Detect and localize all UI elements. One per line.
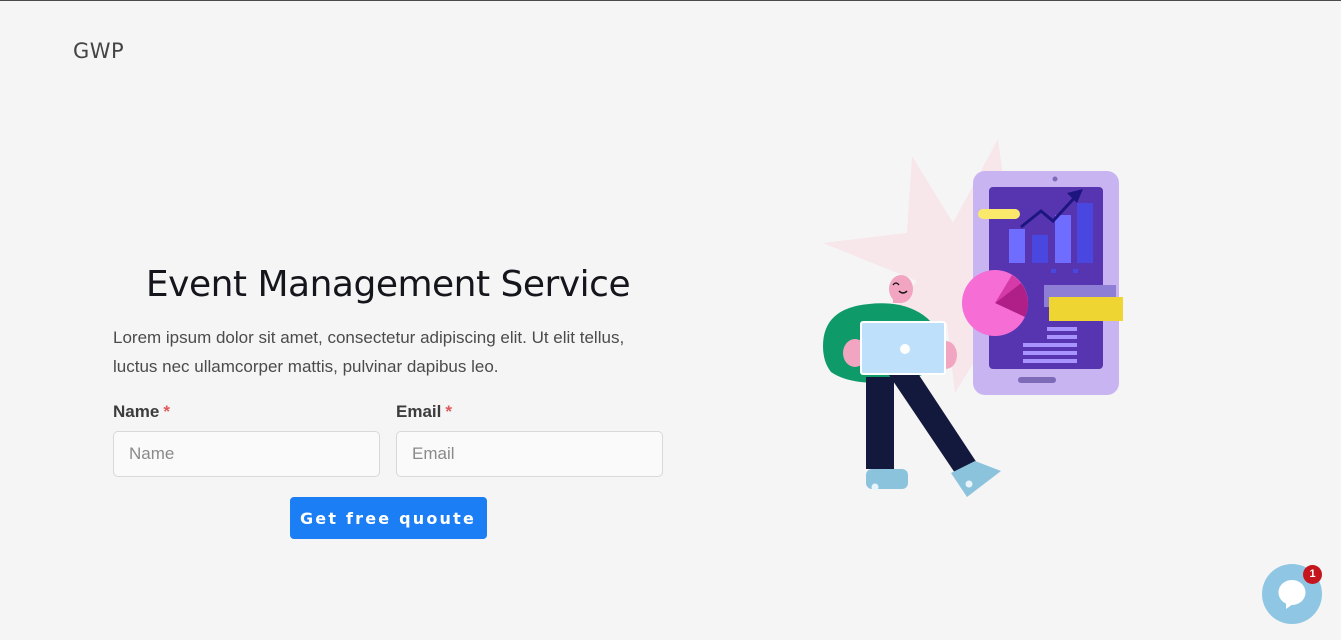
person-shoe-dot xyxy=(871,483,879,491)
email-label: Email * xyxy=(396,402,663,422)
chat-widget-button[interactable]: 1 xyxy=(1262,564,1322,624)
yellow-pill xyxy=(978,209,1020,219)
required-marker: * xyxy=(163,402,170,422)
name-label: Name * xyxy=(113,402,380,422)
submit-wrap: Get free quoute xyxy=(113,497,663,540)
person-shoe-dot xyxy=(965,480,973,488)
screen-text-line xyxy=(1023,343,1077,347)
chart-bar xyxy=(1055,215,1071,263)
chart-bar xyxy=(1032,235,1048,263)
chart-bar xyxy=(1077,203,1093,263)
get-quote-button[interactable]: Get free quoute xyxy=(289,497,487,540)
site-logo[interactable]: GWP xyxy=(73,39,124,63)
page-title: Event Management Service xyxy=(145,264,631,305)
hero-description: Lorem ipsum dolor sit amet, consectetur … xyxy=(113,328,625,377)
screen-text-line xyxy=(1047,327,1077,331)
name-input[interactable] xyxy=(113,431,380,478)
screen-text-line xyxy=(1023,351,1077,355)
person-leg xyxy=(866,377,894,469)
screen-text-line xyxy=(1047,335,1077,339)
email-input[interactable] xyxy=(396,431,663,478)
screen-text-line xyxy=(1023,359,1077,363)
chart-bar xyxy=(1009,229,1025,263)
quote-form: Name* Email* Get free quoute xyxy=(113,402,663,540)
hero-section: Event Management Service Lorem ipsum dol… xyxy=(113,263,663,540)
notification-badge: 1 xyxy=(1303,565,1322,584)
name-field-group: Name * xyxy=(113,402,380,478)
required-marker: * xyxy=(445,402,452,422)
phone-home-button xyxy=(1018,377,1056,383)
laptop-logo xyxy=(900,344,910,354)
phone-camera xyxy=(1052,176,1058,182)
hero-illustration xyxy=(823,139,1123,497)
person-leg xyxy=(889,369,977,473)
chart-dot xyxy=(1051,269,1056,273)
email-label-text: Email xyxy=(396,402,442,422)
name-label-text: Name xyxy=(113,402,160,422)
form-row: Name* Email* xyxy=(113,402,663,478)
yellow-card xyxy=(1049,297,1123,321)
email-field-group: Email * xyxy=(396,402,663,478)
chart-dot xyxy=(1073,269,1078,273)
chat-bubble-icon xyxy=(1278,580,1306,609)
